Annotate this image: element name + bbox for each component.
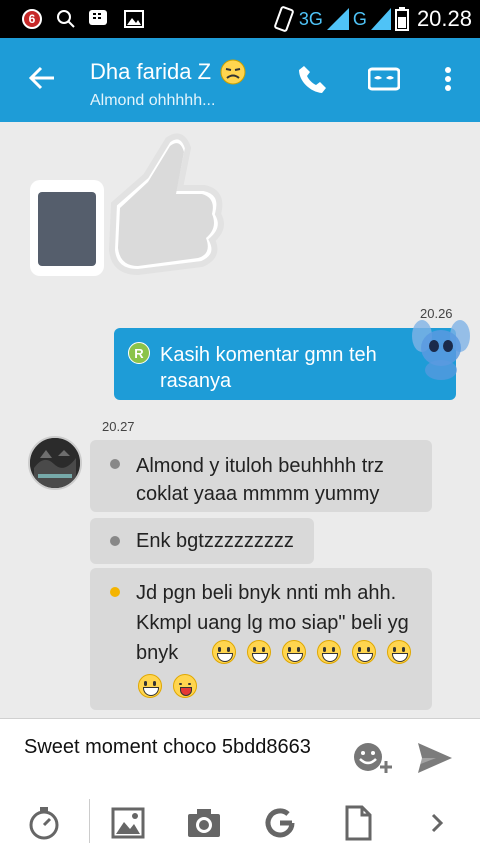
grin-emoji-icon	[352, 640, 376, 664]
status-bar: 6 3G G 20.28	[0, 0, 480, 38]
grin-emoji-icon	[317, 640, 341, 664]
timer-icon[interactable]	[26, 805, 62, 841]
message-input[interactable]: Sweet moment choco 5bdd8663	[24, 735, 324, 759]
gallery-icon	[124, 10, 144, 28]
emoji-add-icon[interactable]	[350, 739, 394, 779]
refresh-g-icon[interactable]	[262, 805, 298, 841]
contact-status: Almond ohhhhh...	[90, 92, 216, 109]
status-dot	[110, 587, 120, 597]
read-receipt-badge: R	[128, 342, 150, 364]
message-text: Kasih komentar gmn teh rasanya	[160, 344, 377, 392]
status-dot	[110, 459, 120, 469]
stitch-avatar	[412, 320, 470, 380]
more-vert-icon[interactable]	[432, 62, 464, 96]
clock: 20.28	[416, 6, 472, 31]
incoming-message[interactable]: Almond y ituloh beuhhhh trz coklat yaaa …	[90, 440, 432, 512]
wink-tongue-emoji-icon	[173, 674, 197, 698]
grin-emoji-icon	[247, 640, 271, 664]
status-dot	[110, 536, 120, 546]
contact-name: Dha farida Z	[90, 59, 212, 84]
incoming-timestamp: 20.27	[102, 419, 135, 434]
signal-e-icon	[370, 8, 391, 30]
grin-emoji-icon	[138, 674, 162, 698]
phone-vibrate-icon	[274, 6, 294, 32]
outgoing-message[interactable]: R Kasih komentar gmn teh rasanya	[114, 328, 456, 400]
send-icon[interactable]	[416, 741, 454, 775]
contact-avatar[interactable]	[28, 436, 82, 490]
contact-name-row[interactable]: Dha farida Z	[90, 58, 247, 86]
arrow-back-icon[interactable]	[26, 62, 58, 94]
camera-icon[interactable]	[186, 805, 222, 841]
incoming-message[interactable]: Enk bgtzzzzzzzzz	[90, 518, 314, 564]
network-3g-label: 3G	[298, 8, 323, 29]
signal-icon	[326, 8, 349, 30]
bbm-icon	[89, 10, 107, 25]
composer: Sweet moment choco 5bdd8663	[0, 718, 480, 854]
thumbs-up-sticker[interactable]	[28, 130, 238, 280]
chevron-right-icon[interactable]	[420, 805, 456, 841]
notification-badge: 6	[22, 9, 42, 29]
attachment-toolbar	[0, 795, 480, 851]
grin-emoji-icon	[387, 640, 411, 664]
battery-icon	[394, 7, 409, 31]
emoji-row	[138, 674, 197, 698]
message-text: Almond y ituloh beuhhhh trz coklat yaaa …	[136, 455, 384, 505]
image-icon[interactable]	[110, 805, 146, 841]
grin-emoji-icon	[212, 640, 236, 664]
emoji-row	[212, 640, 411, 664]
sad-face-icon	[220, 59, 246, 85]
status-icons: 3G G 20.28	[273, 4, 472, 34]
search-icon	[57, 10, 75, 28]
phone-icon[interactable]	[296, 62, 328, 96]
toolbar-divider	[89, 799, 90, 843]
grin-emoji-icon	[282, 640, 306, 664]
document-icon[interactable]	[340, 805, 376, 841]
mask-icon[interactable]	[368, 62, 400, 96]
chat-header: Dha farida Z Almond ohhhhh...	[0, 38, 480, 122]
network-g-label: G	[352, 8, 367, 29]
message-text: Enk bgtzzzzzzzzz	[136, 530, 294, 552]
